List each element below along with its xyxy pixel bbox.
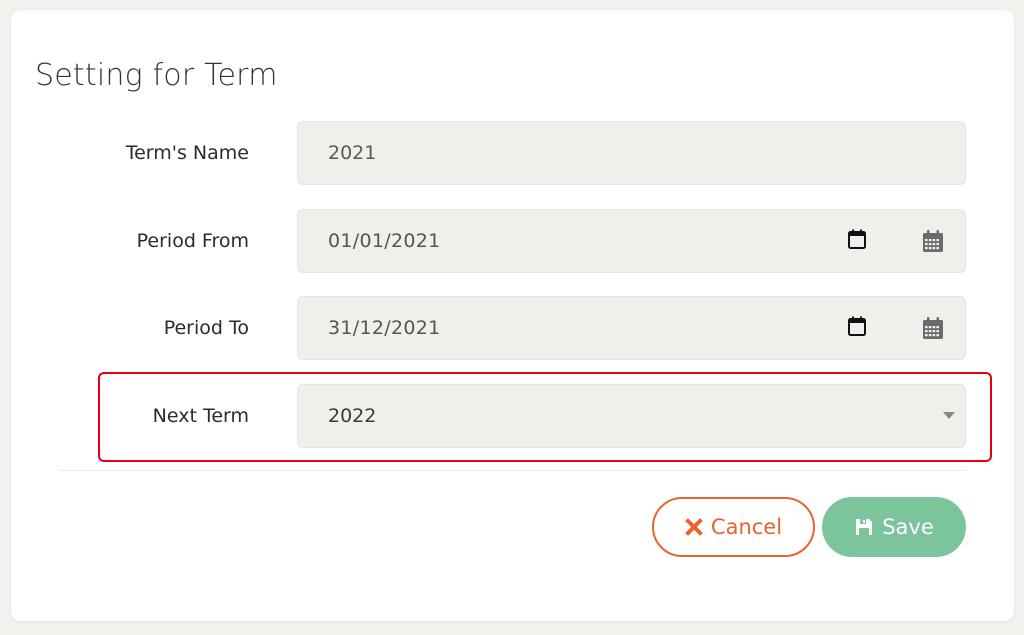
- next-term-label: Next Term: [152, 405, 249, 427]
- next-term-row: Next Term 2022: [11, 384, 1014, 448]
- term-name-label: Term's Name: [125, 142, 249, 164]
- divider: [59, 470, 966, 471]
- save-button[interactable]: Save: [822, 497, 966, 557]
- period-from-input[interactable]: 01/01/2021: [297, 209, 966, 273]
- period-to-label: Period To: [163, 317, 249, 339]
- calendar-picker-icon[interactable]: [846, 315, 868, 337]
- period-to-value: 31/12/2021: [328, 317, 441, 339]
- save-icon: [854, 517, 874, 537]
- next-term-select[interactable]: 2022: [297, 384, 966, 448]
- term-name-row: Term's Name 2021: [11, 121, 1014, 185]
- cancel-button[interactable]: Cancel: [652, 497, 815, 557]
- calendar-icon[interactable]: [922, 316, 944, 340]
- term-settings-card: Setting for Term Term's Name 2021 Period…: [11, 10, 1014, 621]
- period-from-label: Period From: [136, 230, 249, 252]
- close-icon: [685, 518, 703, 536]
- period-from-value: 01/01/2021: [328, 230, 441, 252]
- cancel-label: Cancel: [710, 515, 783, 539]
- next-term-value: 2022: [328, 405, 377, 427]
- calendar-picker-icon[interactable]: [846, 228, 868, 250]
- chevron-down-icon[interactable]: [943, 412, 955, 419]
- period-from-row: Period From 01/01/2021: [11, 209, 1014, 273]
- calendar-icon[interactable]: [922, 229, 944, 253]
- term-name-value: 2021: [328, 142, 377, 164]
- save-label: Save: [882, 515, 934, 539]
- period-to-row: Period To 31/12/2021: [11, 296, 1014, 360]
- period-to-input[interactable]: 31/12/2021: [297, 296, 966, 360]
- page-title: Setting for Term: [35, 58, 278, 93]
- term-name-input[interactable]: 2021: [297, 121, 966, 185]
